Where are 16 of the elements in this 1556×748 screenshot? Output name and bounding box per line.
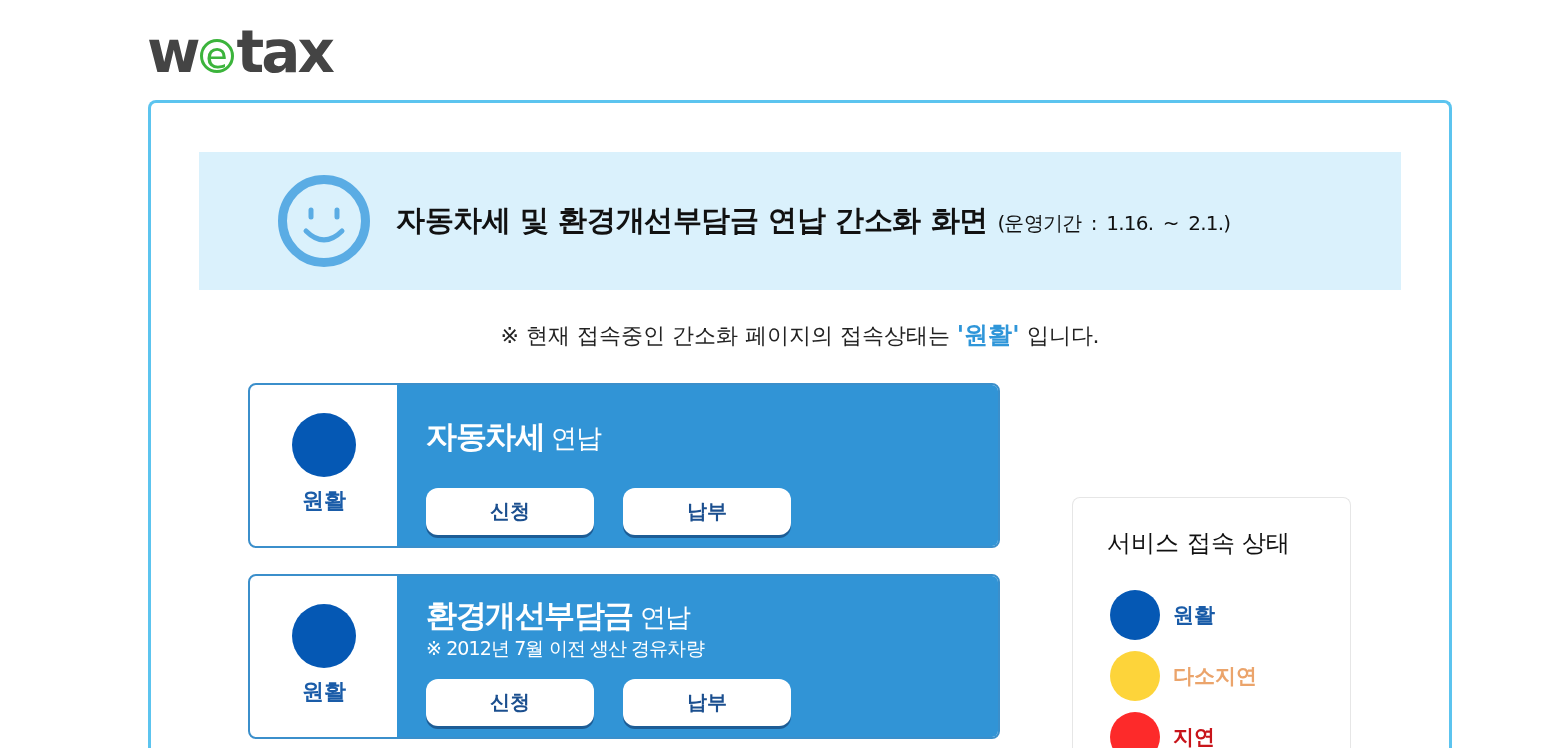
action-button[interactable]: 신청 xyxy=(426,488,594,535)
legend-label: 원활 xyxy=(1173,601,1215,629)
legend-title: 서비스 접속 상태 xyxy=(1107,528,1292,558)
status-label: 원활 xyxy=(301,678,346,706)
service-title: 환경개선부담금 연납 xyxy=(426,595,690,635)
status-label: 원활 xyxy=(301,487,346,515)
service-note: ※ 2012년 7월 이전 생산 경유차량 xyxy=(426,635,704,660)
legend-label: 다소지연 xyxy=(1173,662,1257,690)
legend-label: 지연 xyxy=(1173,723,1215,748)
page-title: 자동차세 및 환경개선부담금 연납 간소화 화면 (운영기간 : 1.16. ~ 2.1.) xyxy=(396,201,1231,239)
status-notice: ※ 현재 접속중인 간소화 페이지의 접속상태는 '원활' 입니다. xyxy=(499,320,1101,351)
action-button[interactable]: 납부 xyxy=(623,679,791,726)
service-title: 자동차세 연납 xyxy=(426,416,602,456)
action-button[interactable]: 신청 xyxy=(426,679,594,726)
smiley-icon xyxy=(278,175,370,267)
action-button[interactable]: 납부 xyxy=(623,488,791,535)
